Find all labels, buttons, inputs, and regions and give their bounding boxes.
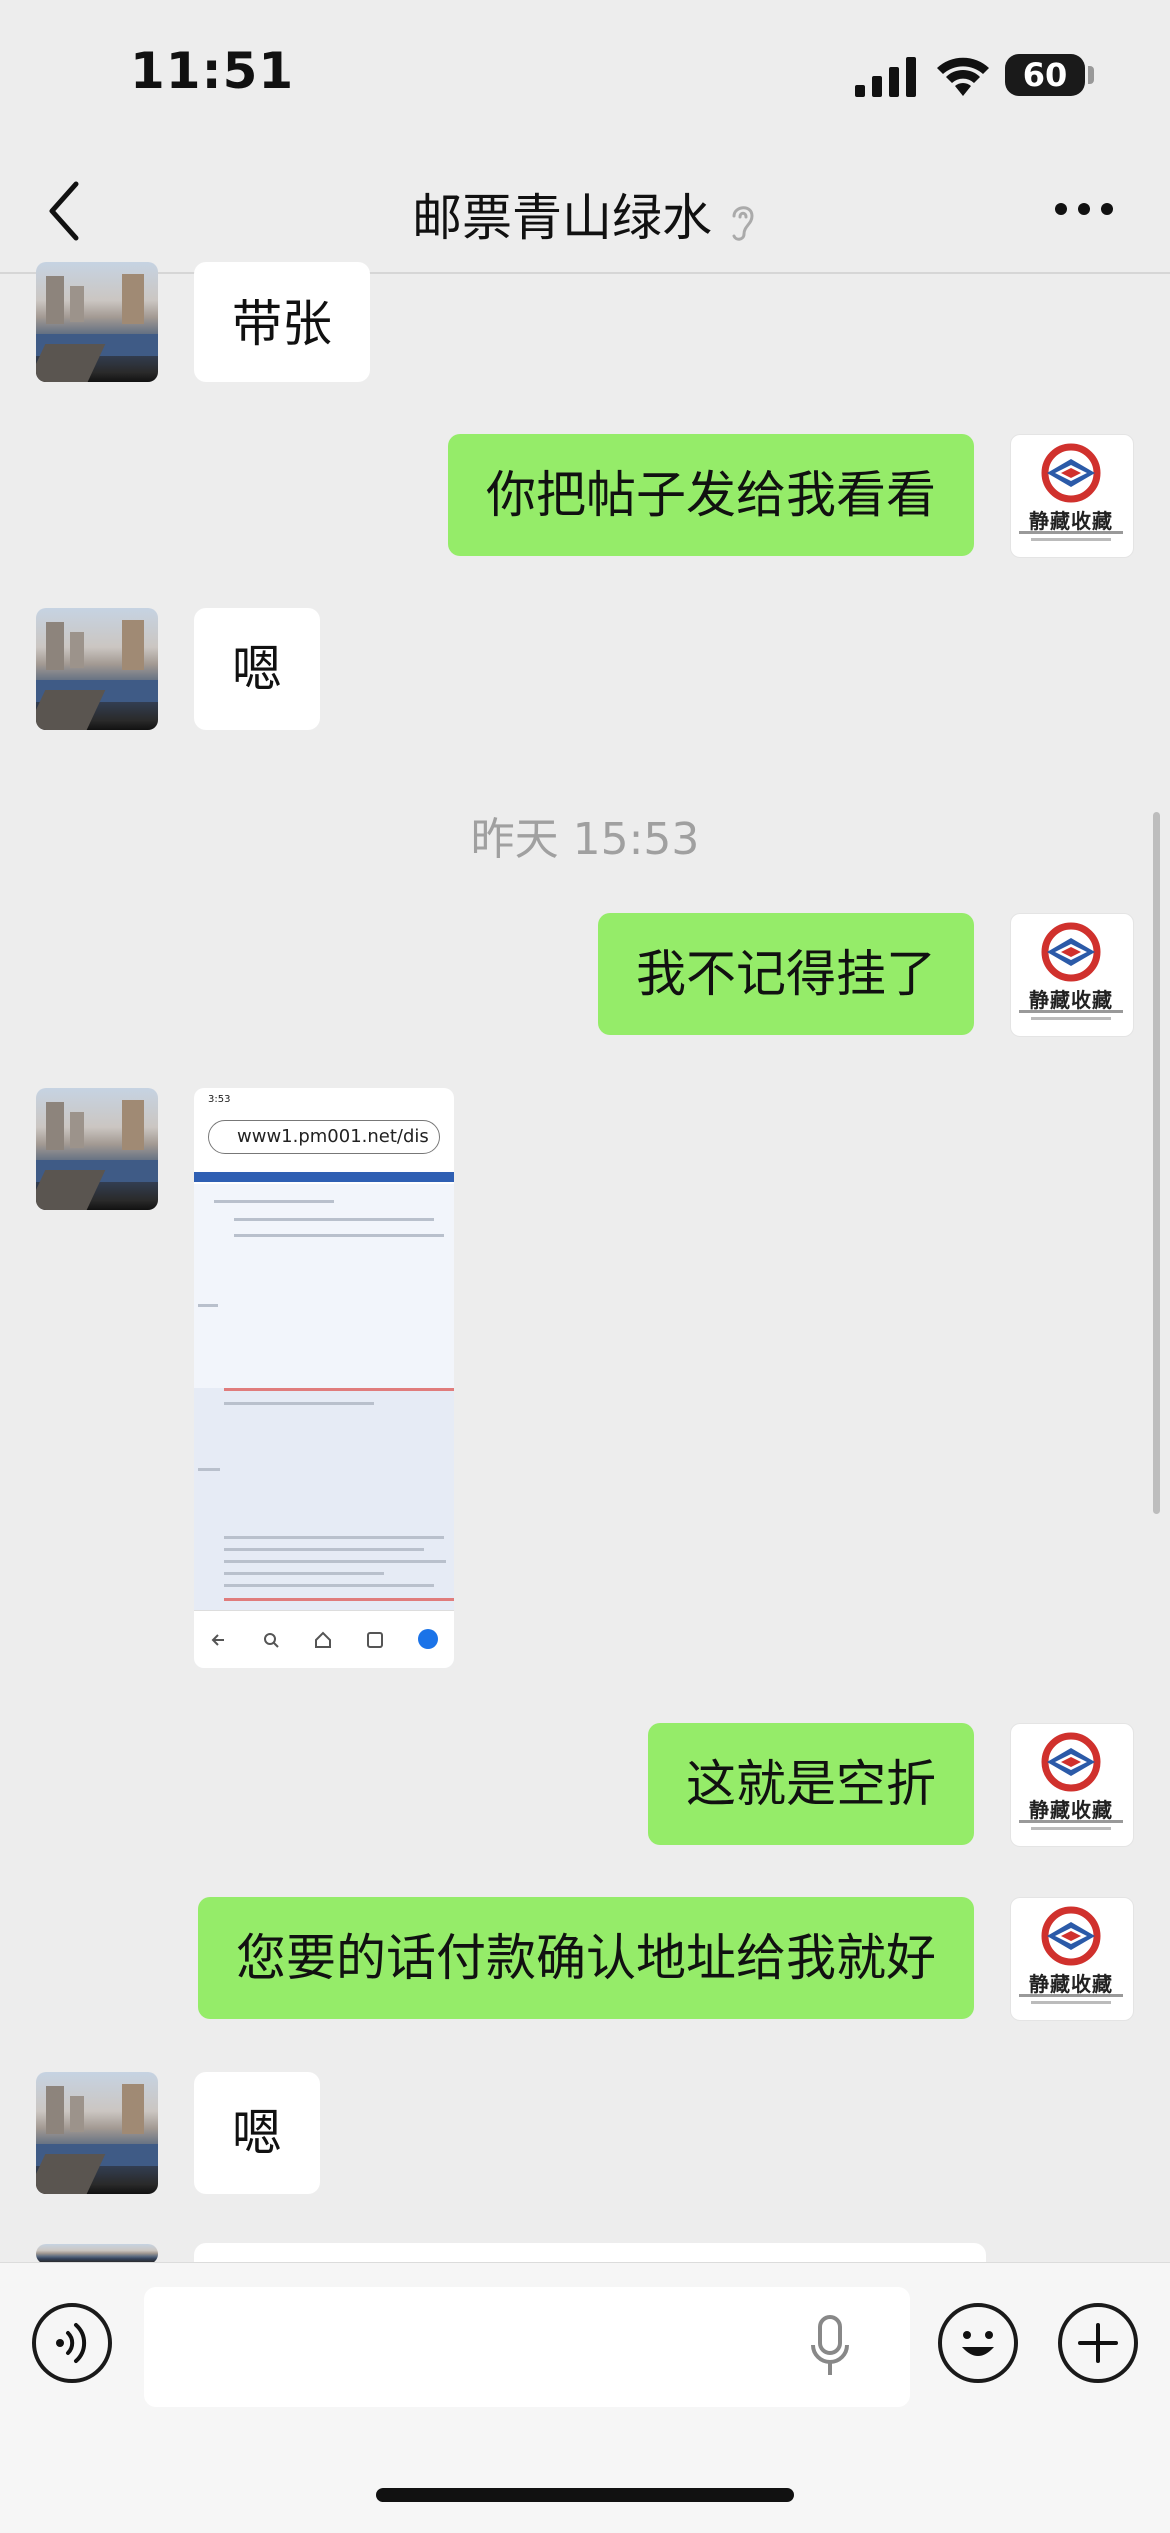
status-time: 11:51 <box>130 42 295 100</box>
scrollbar[interactable] <box>1153 812 1160 1514</box>
logo-icon <box>1041 1906 1101 1966</box>
message-bubble-outgoing[interactable]: 这就是空折 <box>648 1723 974 1845</box>
contact-avatar[interactable] <box>36 262 158 382</box>
plus-icon <box>1078 2323 1118 2363</box>
chat-timestamp: 昨天 15:53 <box>470 814 700 865</box>
microphone-icon[interactable] <box>810 2313 850 2381</box>
ear-icon <box>732 205 754 241</box>
message-bubble-incoming[interactable]: 嗯 <box>194 608 320 730</box>
logo-text: 静藏收藏 <box>1029 988 1113 1012</box>
home-indicator[interactable] <box>376 2488 794 2502</box>
battery-tip <box>1088 66 1094 84</box>
image-message[interactable]: 3:53 www1.pm001.net/dis <box>194 1088 454 1668</box>
logo-text: 静藏收藏 <box>1029 1798 1113 1822</box>
logo-icon <box>1041 922 1101 982</box>
logo-icon <box>1041 1732 1101 1792</box>
self-avatar[interactable]: 静藏收藏 <box>1010 913 1134 1037</box>
self-avatar[interactable]: 静藏收藏 <box>1010 1723 1134 1847</box>
self-avatar[interactable]: 静藏收藏 <box>1010 434 1134 558</box>
battery-indicator: 60 <box>1005 54 1085 96</box>
status-bar: 11:51 60 <box>0 0 1170 150</box>
signal-icon <box>855 57 916 97</box>
chat-header: 邮票青山绿水 <box>0 150 1170 274</box>
logo-text: 静藏收藏 <box>1029 1972 1113 1996</box>
chat-title: 邮票青山绿水 <box>412 189 712 247</box>
logo-icon <box>1041 443 1101 503</box>
message-bubble-outgoing[interactable]: 我不记得挂了 <box>598 913 974 1035</box>
message-bubble-outgoing[interactable]: 你把帖子发给我看看 <box>448 434 974 556</box>
contact-avatar[interactable] <box>36 1088 158 1210</box>
emoji-button[interactable] <box>938 2303 1018 2383</box>
voice-icon <box>56 2323 87 2363</box>
contact-avatar[interactable] <box>36 608 158 730</box>
voice-button[interactable] <box>32 2303 112 2383</box>
contact-avatar[interactable] <box>36 2072 158 2194</box>
contact-avatar[interactable] <box>36 2244 158 2264</box>
logo-text: 静藏收藏 <box>1029 509 1113 533</box>
message-bubble-outgoing[interactable]: 您要的话付款确认地址给我就好 <box>198 1897 974 2019</box>
emoji-icon <box>962 2331 994 2356</box>
image-browser-nav <box>194 1610 454 1668</box>
wifi-icon <box>937 57 989 96</box>
message-input[interactable] <box>144 2287 910 2407</box>
more-icon[interactable] <box>1053 194 1115 224</box>
message-bubble-incoming[interactable]: 嗯 <box>194 2072 320 2194</box>
plus-button[interactable] <box>1058 2303 1138 2383</box>
image-url-bar: www1.pm001.net/dis <box>208 1120 440 1154</box>
chat-title-row: 邮票青山绿水 <box>0 178 1170 250</box>
self-avatar[interactable]: 静藏收藏 <box>1010 1897 1134 2021</box>
message-bubble-incoming[interactable]: 带张 <box>194 262 370 382</box>
image-status-time: 3:53 <box>208 1094 231 1105</box>
